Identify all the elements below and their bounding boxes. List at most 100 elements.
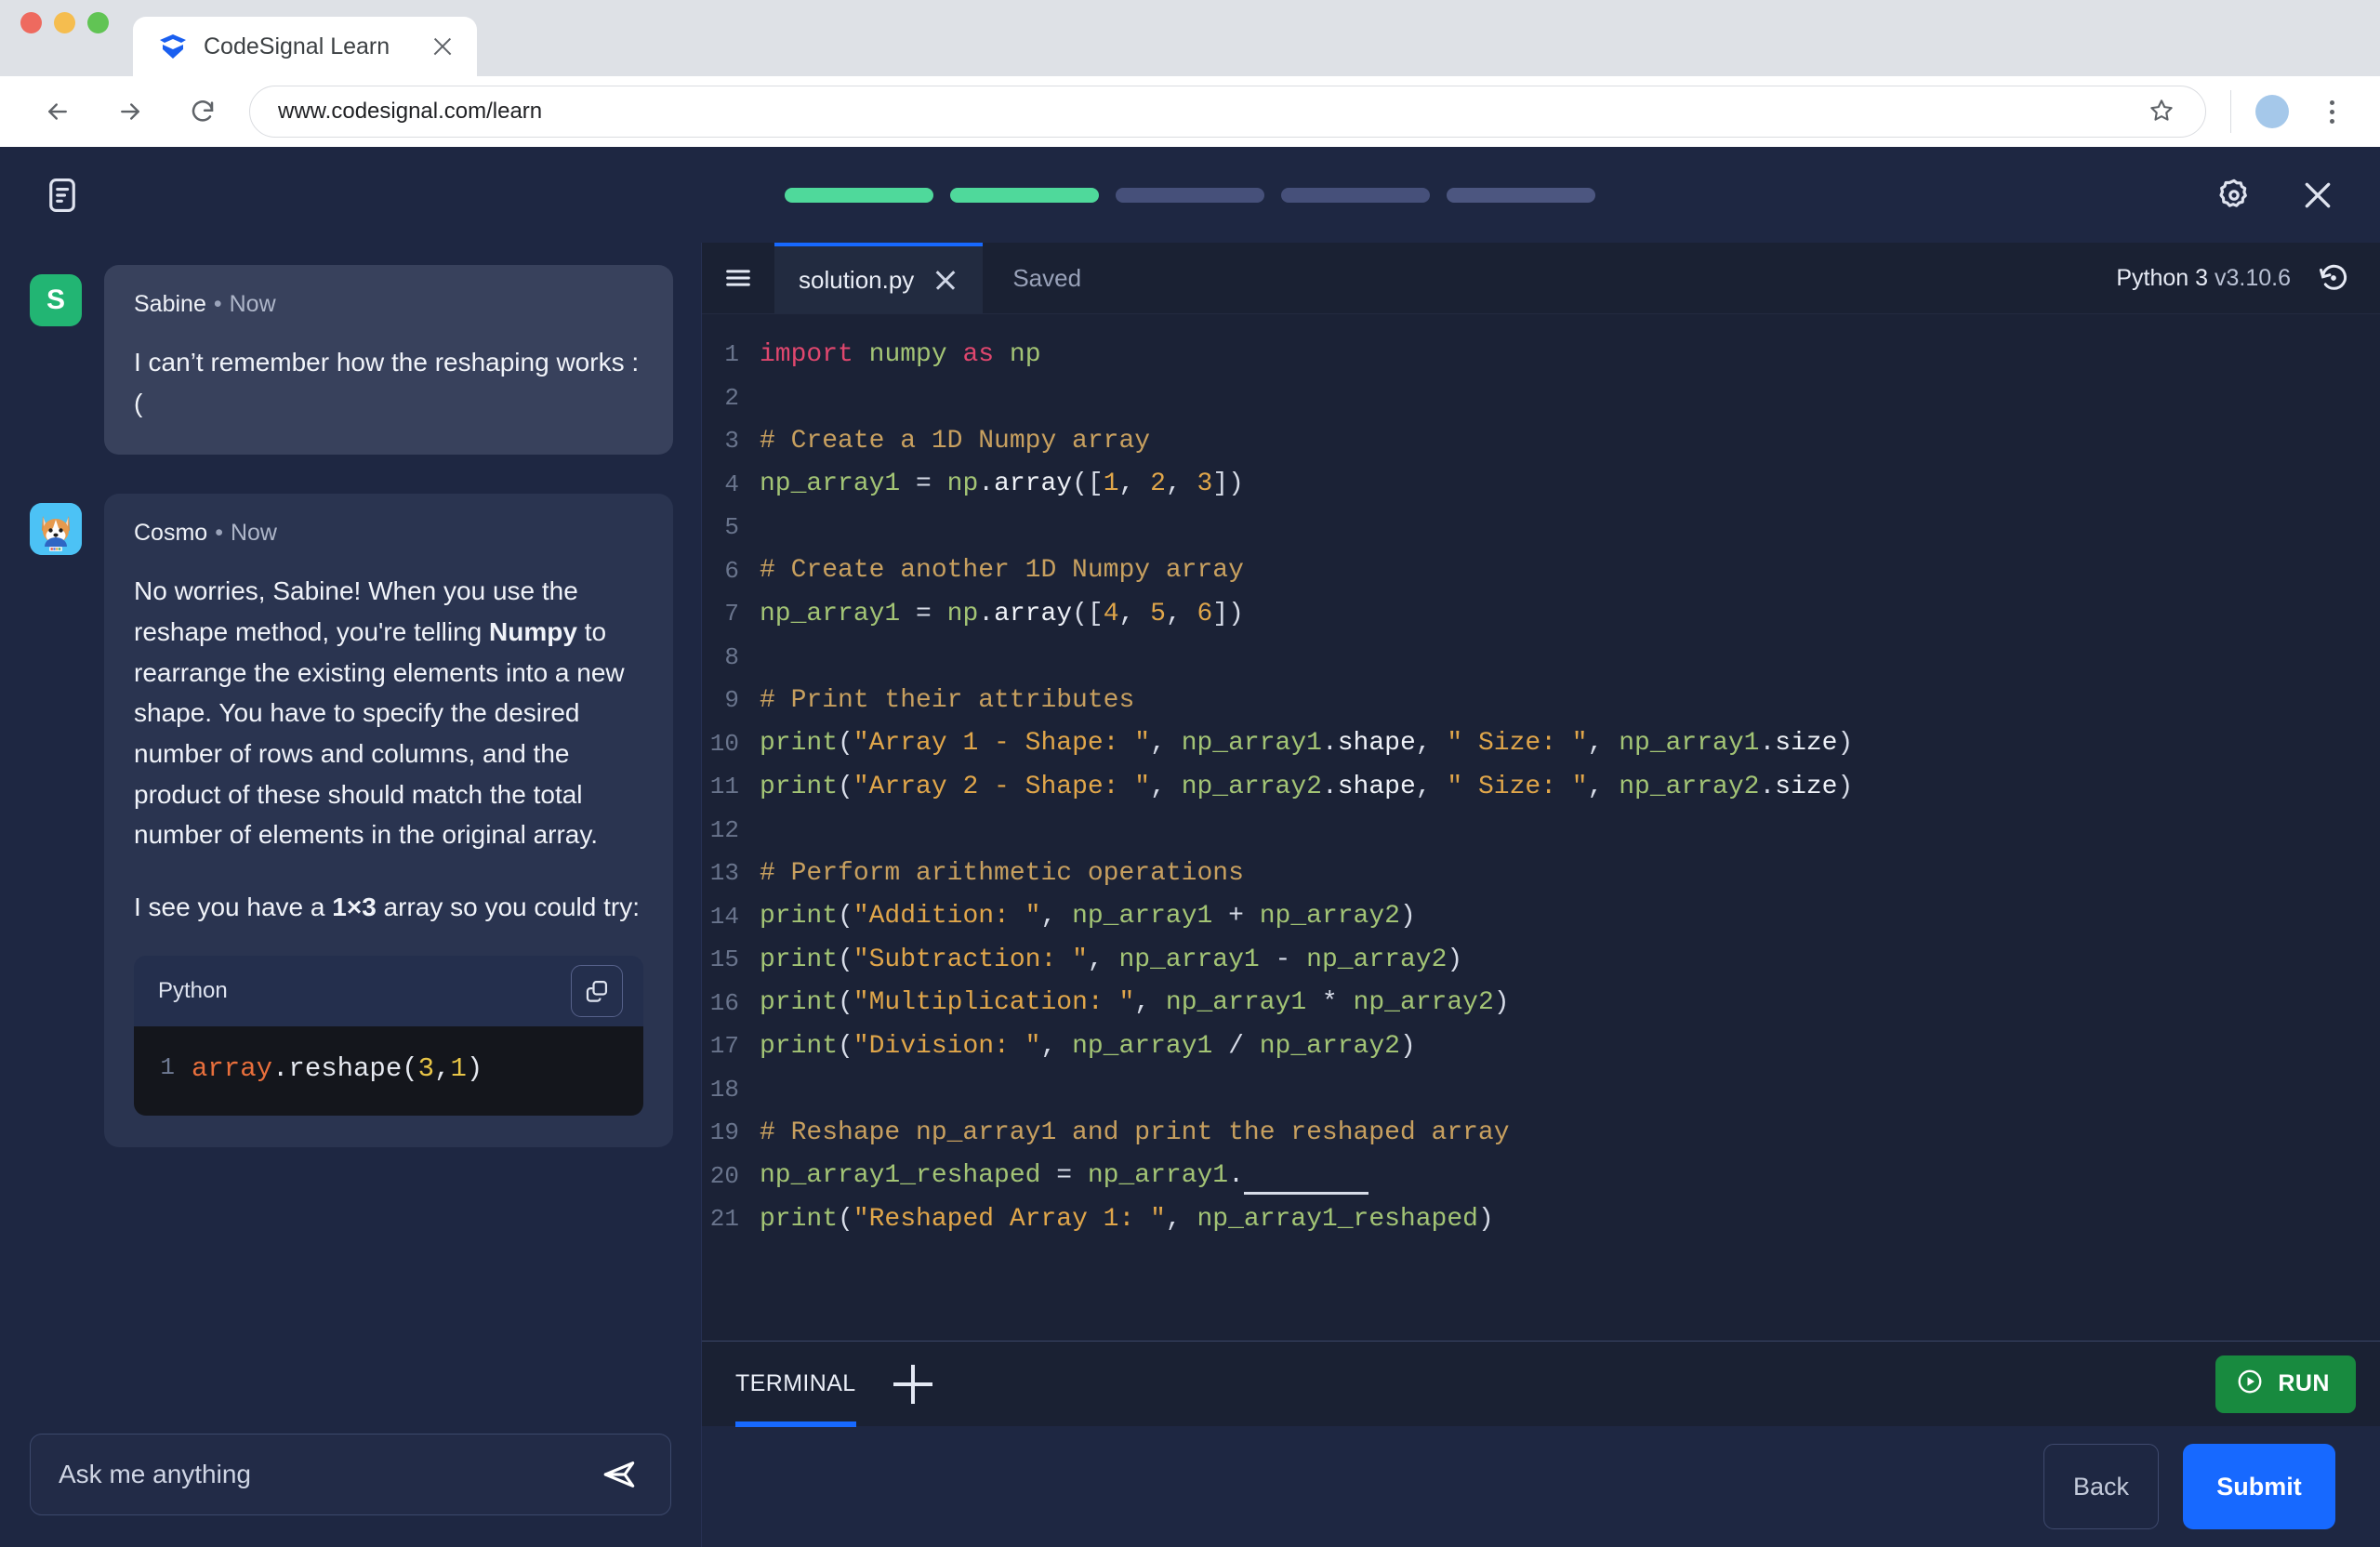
code-snippet-header: Python (134, 956, 643, 1026)
code-line[interactable]: 19# Reshape np_array1 and print the resh… (702, 1111, 2380, 1155)
code-editor-area[interactable]: 1import numpy as np23# Create a 1D Numpy… (702, 314, 2380, 1341)
run-button[interactable]: RUN (2215, 1355, 2356, 1413)
tab-terminal[interactable]: TERMINAL (735, 1342, 856, 1427)
code-line[interactable]: 4np_array1 = np.array([1, 2, 3]) (702, 463, 2380, 507)
reset-code-icon[interactable] (2311, 256, 2356, 300)
progress-segment[interactable] (1116, 188, 1264, 203)
window-traffic-lights (20, 0, 109, 76)
code-token: ( (838, 773, 853, 801)
code-line[interactable]: 1import numpy as np (702, 333, 2380, 377)
code-line-number: 8 (702, 643, 760, 671)
progress-segment[interactable] (950, 188, 1099, 203)
send-paper-plane-icon[interactable] (592, 1448, 646, 1501)
code-line[interactable]: 8 (702, 636, 2380, 680)
code-line-content: print("Array 2 - Shape: ", np_array2.sha… (760, 773, 1853, 801)
meta-separator: • (215, 520, 223, 546)
chat-input-box[interactable]: Ask me anything (30, 1434, 671, 1515)
code-token: print (760, 729, 838, 758)
code-blank-input[interactable]: ________ (1244, 1161, 1368, 1195)
chat-paragraph: No worries, Sabine! When you use the res… (134, 571, 643, 855)
code-token: 3 (1197, 469, 1213, 498)
save-status: Saved (983, 243, 1081, 313)
terminal-bar: TERMINAL RUN (702, 1341, 2380, 1426)
code-token: 2 (1150, 469, 1166, 498)
code-token: print (760, 1032, 838, 1061)
code-line[interactable]: 11print("Array 2 - Shape: ", np_array2.s… (702, 765, 2380, 809)
code-line-content: # Print their attributes (760, 686, 1134, 715)
code-line[interactable]: 14print("Addition: ", np_array1 + np_arr… (702, 895, 2380, 939)
lesson-progress-bar (0, 147, 2380, 243)
code-line-content: # Create a 1D Numpy array (760, 427, 1150, 456)
code-line[interactable]: 20np_array1_reshaped = np_array1._______… (702, 1155, 2380, 1198)
code-token: ) (467, 1053, 483, 1084)
minimize-window-button[interactable] (54, 12, 75, 33)
code-token: " Size: " (1447, 729, 1587, 758)
code-line[interactable]: 13# Perform arithmetic operations (702, 852, 2380, 895)
code-line[interactable]: 18 (702, 1068, 2380, 1112)
progress-segment[interactable] (1281, 188, 1430, 203)
back-button[interactable]: Back (2043, 1444, 2159, 1529)
code-token: np_array2 (1354, 988, 1494, 1017)
back-arrow-icon[interactable] (32, 86, 84, 138)
progress-segment[interactable] (1447, 188, 1595, 203)
hamburger-menu-icon[interactable] (702, 243, 774, 313)
code-token: np_array1 (1072, 902, 1212, 931)
code-line[interactable]: 15print("Subtraction: ", np_array1 - np_… (702, 938, 2380, 982)
code-line[interactable]: 10print("Array 1 - Shape: ", np_array1.s… (702, 722, 2380, 766)
code-line[interactable]: 3# Create a 1D Numpy array (702, 419, 2380, 463)
star-icon[interactable] (2148, 97, 2177, 126)
code-line[interactable]: 17print("Division: ", np_array1 / np_arr… (702, 1025, 2380, 1068)
url-bar[interactable]: www.codesignal.com/learn (249, 86, 2206, 138)
header-actions (2209, 170, 2343, 220)
avatar[interactable] (2255, 95, 2289, 128)
chat-timestamp: Now (231, 520, 277, 546)
code-token: . (1759, 773, 1775, 801)
copy-icon[interactable] (571, 965, 623, 1017)
maximize-window-button[interactable] (87, 12, 109, 33)
submit-button[interactable]: Submit (2183, 1444, 2335, 1529)
progress-segment[interactable] (785, 188, 933, 203)
browser-tab[interactable]: CodeSignal Learn (133, 17, 477, 76)
code-token: "Multiplication: " (853, 988, 1134, 1017)
editor-file-tab[interactable]: solution.py (774, 243, 983, 313)
code-line-number: 13 (702, 859, 760, 887)
kebab-menu-icon[interactable] (2311, 91, 2352, 132)
code-token: , (1166, 1205, 1197, 1234)
code-line[interactable]: 16print("Multiplication: ", np_array1 * … (702, 982, 2380, 1025)
search-input[interactable]: Ask me anything (59, 1460, 592, 1489)
code-line[interactable]: 7np_array1 = np.array([4, 5, 6]) (702, 592, 2380, 636)
close-window-button[interactable] (20, 12, 42, 33)
code-line-number: 6 (702, 557, 760, 585)
code-line-content: np_array1 = np.array([4, 5, 6]) (760, 600, 1244, 628)
code-line[interactable]: 21print("Reshaped Array 1: ", np_array1_… (702, 1197, 2380, 1241)
close-icon[interactable] (429, 33, 456, 60)
chat-body: No worries, Sabine! When you use the res… (134, 571, 643, 927)
code-line-content: print("Subtraction: ", np_array1 - np_ar… (760, 945, 1462, 974)
code-token: print (760, 1205, 838, 1234)
code-token: np_array1 (760, 600, 900, 628)
code-token: ) (1400, 1032, 1416, 1061)
reload-icon[interactable] (177, 86, 229, 138)
code-token: np_array2 (1182, 773, 1322, 801)
plus-icon[interactable] (893, 1365, 932, 1404)
code-token: np_array1 (1088, 1161, 1228, 1190)
code-line[interactable]: 9# Print their attributes (702, 679, 2380, 722)
close-icon[interactable] (932, 267, 959, 293)
chat-message-list: S Sabine•Now I can’t remember how the re… (0, 243, 701, 1413)
code-line[interactable]: 5 (702, 506, 2380, 549)
code-line-content: print("Array 1 - Shape: ", np_array1.sha… (760, 729, 1853, 758)
code-editor-panel: solution.py Saved Python 3 v3.10.6 1i (702, 243, 2380, 1547)
close-icon[interactable] (2293, 170, 2343, 220)
code-token: size (1775, 729, 1837, 758)
code-line[interactable]: 6# Create another 1D Numpy array (702, 549, 2380, 593)
forward-arrow-icon[interactable] (104, 86, 156, 138)
code-line-number: 12 (702, 816, 760, 844)
code-token: . (978, 600, 994, 628)
lesson-document-icon[interactable] (33, 166, 91, 224)
code-line[interactable]: 2 (702, 377, 2380, 420)
code-token: np_array2 (1260, 902, 1400, 931)
code-line[interactable]: 12 (702, 809, 2380, 853)
chat-input-row: Ask me anything (0, 1413, 701, 1547)
chat-code-snippet: Python 1 array.reshape(3 (134, 956, 643, 1117)
gear-icon[interactable] (2209, 170, 2259, 220)
